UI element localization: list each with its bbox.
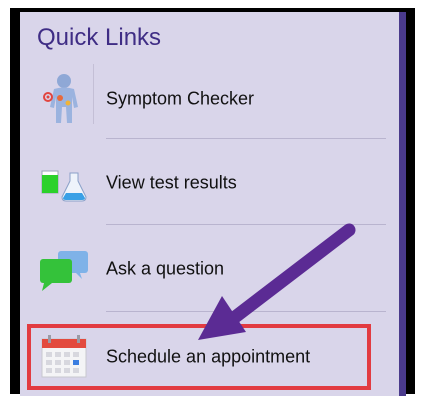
divider xyxy=(106,138,386,139)
chat-bubbles-icon xyxy=(36,241,92,297)
quick-links-panel: Quick Links Symptom Checker View test re… xyxy=(20,12,406,396)
link-label: Ask a question xyxy=(106,258,225,279)
highlight-box xyxy=(27,324,371,390)
link-view-test-results[interactable]: View test results xyxy=(34,148,396,218)
panel-title: Quick Links xyxy=(37,24,162,51)
icon-separator xyxy=(93,64,94,124)
link-label: View test results xyxy=(106,172,237,193)
divider xyxy=(106,224,386,225)
test-tubes-icon xyxy=(36,155,92,211)
divider xyxy=(106,311,386,312)
link-label: Symptom Checker xyxy=(106,88,255,109)
panel-right-border xyxy=(399,12,406,396)
link-ask-a-question[interactable]: Ask a question xyxy=(34,234,396,304)
link-symptom-checker[interactable]: Symptom Checker xyxy=(34,64,396,134)
body-scan-icon xyxy=(36,71,92,127)
